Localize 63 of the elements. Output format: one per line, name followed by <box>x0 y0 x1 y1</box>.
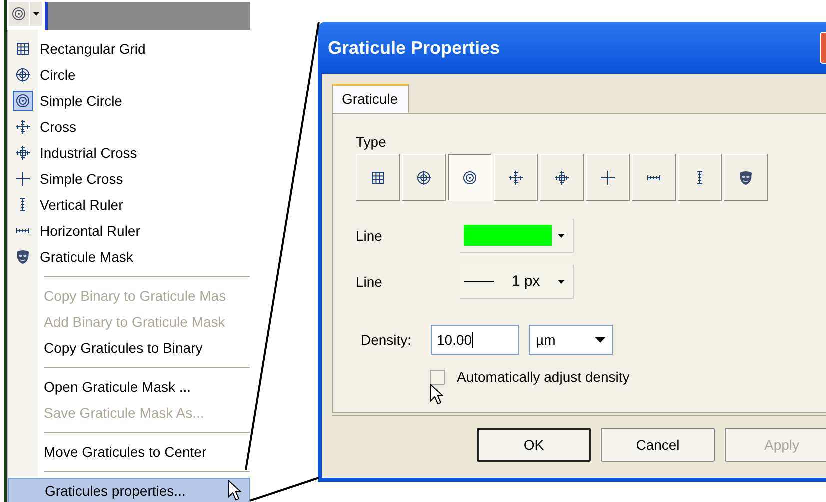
caret-icon <box>32 12 40 16</box>
plus-icon <box>600 170 616 186</box>
graticule-tool-button[interactable] <box>9 2 29 26</box>
checkbox[interactable] <box>430 370 445 384</box>
menu-item[interactable]: Industrial Cross <box>8 140 250 166</box>
boxed-cross-icon <box>554 170 570 186</box>
menu-item[interactable]: Graticule Mask <box>8 244 250 270</box>
caret-icon <box>558 234 565 238</box>
cross-ruler-icon <box>15 119 31 135</box>
menu-item[interactable]: Copy Graticules to Binary <box>8 335 250 361</box>
mask-icon <box>15 249 31 265</box>
line-width-dropdown[interactable]: 1 px <box>460 265 574 299</box>
menu-item[interactable]: Simple Circle <box>8 88 250 114</box>
dropdown-button[interactable] <box>30 2 42 26</box>
dialog-button[interactable]: OK <box>477 428 591 462</box>
menu-item-label: Rectangular Grid <box>40 41 146 57</box>
cursor-icon <box>430 384 444 406</box>
menu-item[interactable]: Open Graticule Mask ... <box>8 374 250 400</box>
concentric-circles-icon <box>462 170 478 186</box>
line-width-value: 1 px <box>512 273 540 290</box>
crosshair-circle-icon <box>416 170 432 186</box>
menu-item[interactable]: Horizontal Ruler <box>8 218 250 244</box>
dialog-button[interactable]: Cancel <box>601 428 715 462</box>
grid-icon <box>15 41 31 57</box>
type-label: Type <box>356 134 388 150</box>
density-label: Density: <box>360 332 413 348</box>
menu-item-label: Cross <box>40 119 77 135</box>
unit-dropdown[interactable]: µm <box>529 325 613 355</box>
caret-icon <box>595 337 606 343</box>
menu-item[interactable]: Circle <box>8 62 250 88</box>
boxed-cross-icon <box>15 145 31 161</box>
menu-item[interactable]: Vertical Ruler <box>8 192 250 218</box>
menu-item-label: Simple Cross <box>40 171 124 187</box>
menu-item-label: Vertical Ruler <box>40 197 124 213</box>
cross-ruler-icon <box>508 170 524 186</box>
menu-item-label: Horizontal Ruler <box>40 223 140 239</box>
menu-item-label: Graticule Mask <box>40 249 134 265</box>
tab[interactable]: Graticule <box>332 84 410 113</box>
grid-icon <box>370 170 386 186</box>
type-button[interactable] <box>448 154 492 201</box>
unit-value: µm <box>536 332 556 348</box>
concentric-circles-icon <box>11 6 27 22</box>
leader-line <box>250 477 320 502</box>
menu-item[interactable]: Rectangular Grid <box>8 36 250 62</box>
crosshair-circle-icon <box>15 67 31 83</box>
line-sample-icon <box>464 280 494 283</box>
menu-item-label: Simple Circle <box>40 93 122 109</box>
menu-item[interactable]: Simple Cross <box>8 166 250 192</box>
line-color-label: Line <box>356 228 384 244</box>
window-title: Graticule Properties <box>328 38 500 58</box>
checkbox-label: Automatically adjust density <box>457 369 630 385</box>
caret-icon <box>558 280 565 284</box>
menu-item[interactable]: Graticules properties... <box>8 478 250 502</box>
density-input[interactable]: 10.00 <box>431 325 519 355</box>
concentric-circles-icon <box>15 93 31 109</box>
menu-item[interactable]: Cross <box>8 114 250 140</box>
line-width-label: Line <box>356 274 384 290</box>
cursor-icon <box>228 480 242 502</box>
plus-icon <box>15 171 31 187</box>
menu-item-label: Industrial Cross <box>40 145 138 161</box>
menu-item-label: Circle <box>40 67 76 83</box>
menu-item[interactable]: Move Graticules to Center <box>8 439 250 465</box>
mask-icon <box>738 170 754 186</box>
